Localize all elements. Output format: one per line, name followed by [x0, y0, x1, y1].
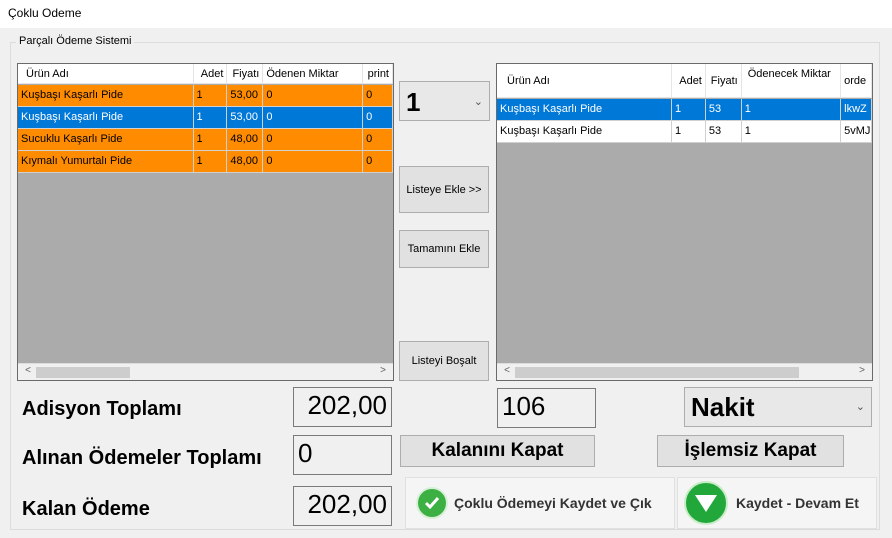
- table-cell: 1: [672, 99, 706, 121]
- grid-header: Ürün Adı Adet Fiyatı Ödenecek Miktar ord…: [497, 64, 872, 98]
- table-cell: Kuşbaşı Kaşarlı Pide: [497, 121, 673, 143]
- quantity-select[interactable]: 1 ⌄: [399, 81, 490, 121]
- col-print[interactable]: print: [363, 64, 393, 83]
- horizontal-scrollbar[interactable]: < >: [497, 363, 872, 380]
- table-row[interactable]: Sucuklu Kaşarlı Pide 1 48,00 0 0: [18, 129, 393, 151]
- col-paid[interactable]: Ödenen Miktar: [263, 64, 364, 83]
- window-title: Çoklu Odeme: [0, 0, 892, 28]
- col-product[interactable]: Ürün Adı: [497, 64, 673, 97]
- grid-header: Ürün Adı Adet Fiyatı Ödenen Miktar print: [18, 64, 393, 84]
- save-continue-button[interactable]: Kaydet - Devam Et: [677, 477, 877, 529]
- save-exit-label: Çoklu Ödemeyi Kaydet ve Çık: [454, 495, 652, 511]
- bill-total-label: Adisyon Toplamı: [22, 398, 182, 420]
- table-cell: Kuşbaşı Kaşarlı Pide: [18, 107, 194, 129]
- table-cell: 0: [363, 129, 393, 151]
- clear-list-button[interactable]: Listeyi Boşalt: [399, 341, 489, 381]
- selected-amount-field[interactable]: 106: [497, 388, 596, 428]
- scroll-thumb[interactable]: [515, 367, 799, 378]
- down-arrow-icon: [684, 481, 728, 525]
- table-cell: 5vMJ: [841, 121, 872, 143]
- table-cell: 1: [672, 121, 706, 143]
- table-cell: 53: [705, 121, 742, 143]
- table-cell: 48,00: [227, 151, 264, 173]
- close-remaining-button[interactable]: Kalanını Kapat: [400, 435, 595, 467]
- table-cell: 53,00: [227, 107, 264, 129]
- add-to-list-button[interactable]: Listeye Ekle >>: [399, 166, 489, 213]
- remaining-value: 202,00: [293, 486, 392, 526]
- table-cell: Kuşbaşı Kaşarlı Pide: [18, 85, 194, 107]
- table-cell: Kuşbaşı Kaşarlı Pide: [497, 99, 673, 121]
- check-icon: [416, 487, 448, 519]
- col-price[interactable]: Fiyatı: [227, 64, 264, 83]
- table-cell: 1: [193, 151, 228, 173]
- payment-type-select[interactable]: Nakit ⌄: [684, 387, 872, 427]
- chevron-down-icon: ⌄: [473, 96, 483, 108]
- table-cell: 0: [263, 151, 364, 173]
- quantity-value: 1: [406, 87, 421, 117]
- table-row[interactable]: Kıymalı Yumurtalı Pide 1 48,00 0 0: [18, 151, 393, 173]
- table-cell: 48,00: [227, 129, 264, 151]
- order-items-grid[interactable]: Ürün Adı Adet Fiyatı Ödenen Miktar print…: [17, 63, 394, 381]
- table-cell: 0: [363, 85, 393, 107]
- bill-total-value: 202,00: [293, 387, 392, 427]
- table-cell: 0: [363, 107, 393, 129]
- table-cell: Kıymalı Yumurtalı Pide: [18, 151, 194, 173]
- table-cell: 1: [193, 129, 228, 151]
- save-continue-label: Kaydet - Devam Et: [736, 495, 859, 511]
- horizontal-scrollbar[interactable]: < >: [18, 363, 393, 380]
- col-price[interactable]: Fiyatı: [706, 64, 742, 97]
- table-row[interactable]: Kuşbaşı Kaşarlı Pide 1 53 1 lkwZ: [497, 99, 872, 121]
- received-total-label: Alınan Ödemeler Toplamı: [22, 447, 262, 469]
- table-cell: 1: [741, 121, 842, 143]
- scroll-right-icon[interactable]: >: [375, 365, 391, 380]
- payment-items-grid[interactable]: Ürün Adı Adet Fiyatı Ödenecek Miktar ord…: [496, 63, 873, 381]
- table-row[interactable]: Kuşbaşı Kaşarlı Pide 1 53 1 5vMJ: [497, 121, 872, 143]
- table-row[interactable]: Kuşbaşı Kaşarlı Pide 1 53,00 0 0: [18, 85, 393, 107]
- table-cell: 0: [263, 129, 364, 151]
- col-due[interactable]: Ödenecek Miktar: [742, 64, 842, 97]
- table-cell: 0: [263, 107, 364, 129]
- scroll-right-icon[interactable]: >: [854, 365, 870, 380]
- table-cell: 1: [193, 107, 228, 129]
- add-all-button[interactable]: Tamamını Ekle: [399, 230, 489, 268]
- table-cell: Sucuklu Kaşarlı Pide: [18, 129, 194, 151]
- received-total-value: 0: [293, 435, 392, 475]
- table-cell: lkwZ: [841, 99, 872, 121]
- table-cell: 1: [193, 85, 228, 107]
- payment-type-value: Nakit: [691, 392, 755, 422]
- table-row[interactable]: Kuşbaşı Kaşarlı Pide 1 53,00 0 0: [18, 107, 393, 129]
- save-exit-button[interactable]: Çoklu Ödemeyi Kaydet ve Çık: [405, 477, 675, 529]
- table-cell: 53,00: [227, 85, 264, 107]
- close-no-action-button[interactable]: İşlemsiz Kapat: [657, 435, 844, 467]
- table-cell: 0: [363, 151, 393, 173]
- table-cell: 0: [263, 85, 364, 107]
- group-title: Parçalı Ödeme Sistemi: [16, 35, 135, 47]
- col-product[interactable]: Ürün Adı: [18, 64, 194, 83]
- table-cell: 1: [741, 99, 842, 121]
- remaining-label: Kalan Ödeme: [22, 498, 150, 520]
- col-order[interactable]: orde: [841, 64, 872, 97]
- table-cell: 53: [705, 99, 742, 121]
- col-qty[interactable]: Adet: [672, 64, 706, 97]
- chevron-down-icon: ⌄: [855, 401, 865, 413]
- scroll-left-icon[interactable]: <: [499, 365, 515, 380]
- scroll-left-icon[interactable]: <: [20, 365, 36, 380]
- scroll-thumb[interactable]: [36, 367, 130, 378]
- col-qty[interactable]: Adet: [194, 64, 228, 83]
